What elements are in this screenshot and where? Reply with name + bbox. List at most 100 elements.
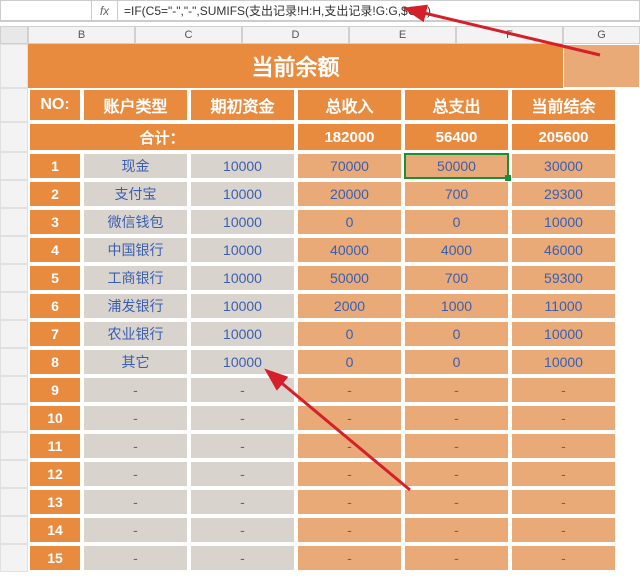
cell-initial[interactable]: - — [189, 488, 296, 516]
row-gutter[interactable] — [0, 44, 28, 88]
row-gutter[interactable] — [0, 122, 28, 152]
cell-balance[interactable]: - — [510, 516, 617, 544]
cell-income[interactable]: - — [296, 488, 403, 516]
cell-initial[interactable]: - — [189, 544, 296, 572]
cell-expense[interactable]: 1000 — [403, 292, 510, 320]
cell-income[interactable]: - — [296, 544, 403, 572]
cell-balance[interactable]: 46000 — [510, 236, 617, 264]
cell-account-type[interactable]: 中国银行 — [82, 236, 189, 264]
cell-income[interactable]: 70000 — [296, 152, 403, 180]
cell-income[interactable]: - — [296, 516, 403, 544]
cell-balance[interactable]: 10000 — [510, 320, 617, 348]
row-gutter[interactable] — [0, 376, 28, 404]
cell-expense[interactable]: - — [403, 516, 510, 544]
cell-account-type[interactable]: - — [82, 376, 189, 404]
cell-income[interactable]: - — [296, 376, 403, 404]
select-all-corner[interactable] — [0, 26, 28, 44]
col-header-b[interactable]: B — [28, 26, 135, 44]
cell-expense[interactable]: 0 — [403, 320, 510, 348]
row-gutter[interactable] — [0, 348, 28, 376]
cell-account-type[interactable]: 农业银行 — [82, 320, 189, 348]
cell-income[interactable]: - — [296, 460, 403, 488]
cell-income[interactable]: 0 — [296, 320, 403, 348]
cell-income[interactable]: - — [296, 404, 403, 432]
cell-expense[interactable]: - — [403, 432, 510, 460]
cell-income[interactable]: 0 — [296, 348, 403, 376]
cell-balance[interactable]: - — [510, 404, 617, 432]
col-header-d[interactable]: D — [242, 26, 349, 44]
row-gutter[interactable] — [0, 460, 28, 488]
cell-expense[interactable]: - — [403, 404, 510, 432]
cell-expense[interactable]: 700 — [403, 264, 510, 292]
cell-initial[interactable]: 10000 — [189, 320, 296, 348]
row-gutter[interactable] — [0, 180, 28, 208]
cell-account-type[interactable]: - — [82, 460, 189, 488]
cell-balance[interactable]: 10000 — [510, 208, 617, 236]
row-gutter[interactable] — [0, 88, 28, 122]
cell-income[interactable]: 20000 — [296, 180, 403, 208]
cell-expense[interactable]: - — [403, 460, 510, 488]
cell-initial[interactable]: - — [189, 516, 296, 544]
cell-expense[interactable]: - — [403, 544, 510, 572]
cell-expense[interactable]: 0 — [403, 208, 510, 236]
name-box[interactable] — [0, 0, 92, 21]
row-gutter[interactable] — [0, 320, 28, 348]
row-gutter[interactable] — [0, 292, 28, 320]
cell-initial[interactable]: - — [189, 376, 296, 404]
cell-balance[interactable]: - — [510, 488, 617, 516]
row-gutter[interactable] — [0, 152, 28, 180]
cell-balance[interactable]: 29300 — [510, 180, 617, 208]
cell-balance[interactable]: - — [510, 376, 617, 404]
cell-expense[interactable]: 4000 — [403, 236, 510, 264]
cell-income[interactable]: 50000 — [296, 264, 403, 292]
cell-initial[interactable]: 10000 — [189, 180, 296, 208]
cell-income[interactable]: - — [296, 432, 403, 460]
cell-expense[interactable]: - — [403, 488, 510, 516]
cell-balance[interactable]: - — [510, 460, 617, 488]
cell-account-type[interactable]: 工商银行 — [82, 264, 189, 292]
col-header-g[interactable]: G — [563, 26, 640, 44]
cell-account-type[interactable]: 现金 — [82, 152, 189, 180]
cell-initial[interactable]: 10000 — [189, 208, 296, 236]
row-gutter[interactable] — [0, 432, 28, 460]
cell-balance[interactable]: - — [510, 544, 617, 572]
cell-account-type[interactable]: - — [82, 488, 189, 516]
fx-label[interactable]: fx — [92, 0, 118, 21]
cell-income[interactable]: 40000 — [296, 236, 403, 264]
cell-account-type[interactable]: 浦发银行 — [82, 292, 189, 320]
col-header-e[interactable]: E — [349, 26, 456, 44]
cell-balance[interactable]: 10000 — [510, 348, 617, 376]
cell-initial[interactable]: 10000 — [189, 236, 296, 264]
cell-initial[interactable]: 10000 — [189, 264, 296, 292]
row-gutter[interactable] — [0, 516, 28, 544]
cell-account-type[interactable]: 支付宝 — [82, 180, 189, 208]
cell-account-type[interactable]: 其它 — [82, 348, 189, 376]
cell-balance[interactable]: 11000 — [510, 292, 617, 320]
cell-initial[interactable]: 10000 — [189, 348, 296, 376]
row-gutter[interactable] — [0, 488, 28, 516]
row-gutter[interactable] — [0, 544, 28, 572]
cell-balance[interactable]: 59300 — [510, 264, 617, 292]
cell-expense[interactable]: - — [403, 376, 510, 404]
cell-expense[interactable]: 50000 — [403, 152, 510, 180]
cell-income[interactable]: 0 — [296, 208, 403, 236]
cell-initial[interactable]: - — [189, 432, 296, 460]
cell-account-type[interactable]: 微信钱包 — [82, 208, 189, 236]
cell-initial[interactable]: 10000 — [189, 152, 296, 180]
cell-account-type[interactable]: - — [82, 544, 189, 572]
row-gutter[interactable] — [0, 264, 28, 292]
cell-account-type[interactable]: - — [82, 404, 189, 432]
row-gutter[interactable] — [0, 404, 28, 432]
col-header-f[interactable]: F — [456, 26, 563, 44]
cell-balance[interactable]: - — [510, 432, 617, 460]
cell-expense[interactable]: 0 — [403, 348, 510, 376]
cell-account-type[interactable]: - — [82, 516, 189, 544]
cell-initial[interactable]: 10000 — [189, 292, 296, 320]
cell-initial[interactable]: - — [189, 404, 296, 432]
cell-balance[interactable]: 30000 — [510, 152, 617, 180]
cell-account-type[interactable]: - — [82, 432, 189, 460]
row-gutter[interactable] — [0, 208, 28, 236]
row-gutter[interactable] — [0, 236, 28, 264]
cell-expense[interactable]: 700 — [403, 180, 510, 208]
cell-initial[interactable]: - — [189, 460, 296, 488]
